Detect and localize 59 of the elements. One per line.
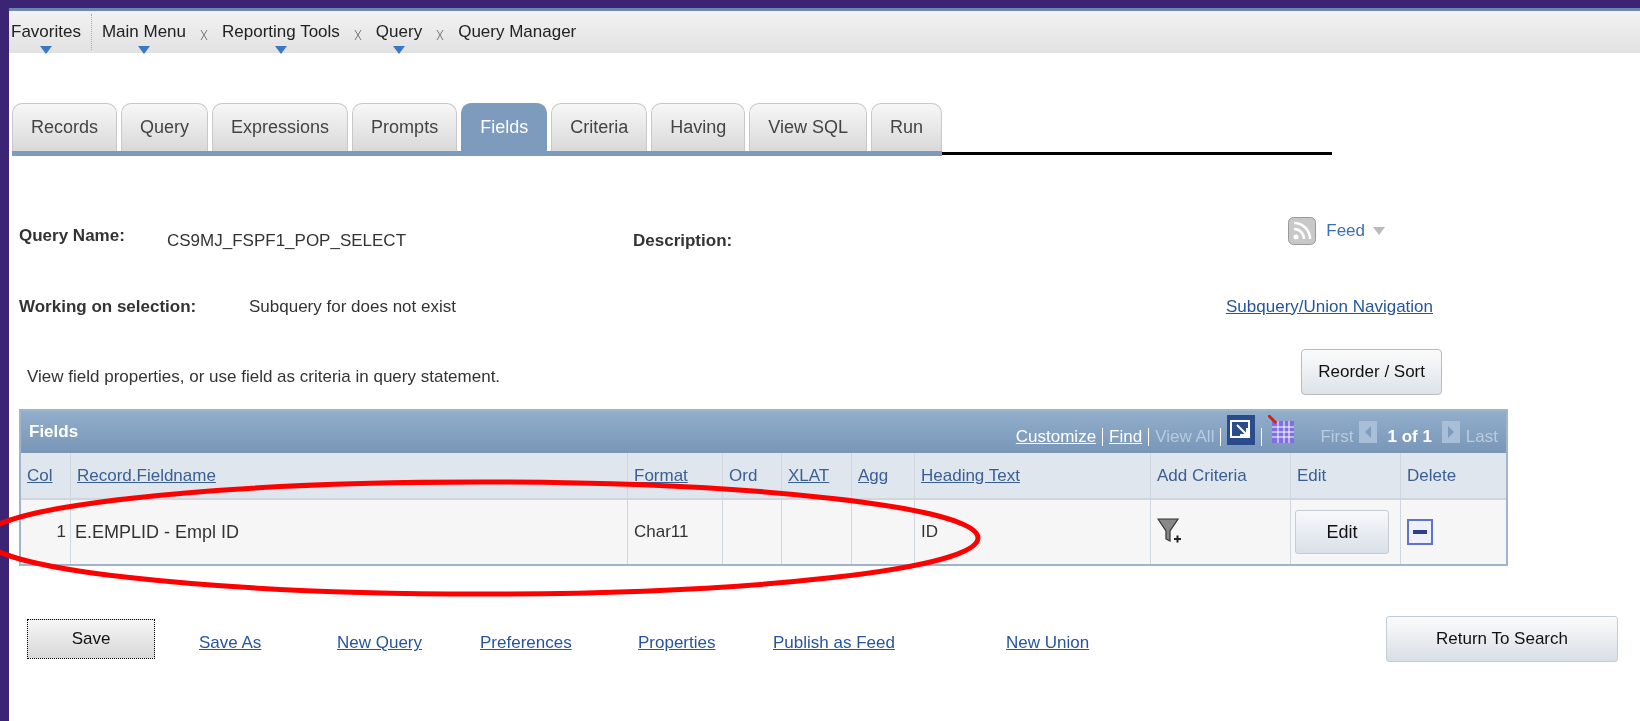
table-cell-text: ID [921,521,938,544]
tab[interactable]: View SQL [749,103,867,151]
column-header[interactable]: XLAT [788,462,830,489]
separator-icon [200,29,209,41]
separator-icon [436,29,445,41]
caret-icon [1373,226,1385,235]
save-button[interactable]: Save [27,619,155,659]
column-header[interactable]: Record.Fieldname [77,462,216,489]
breadcrumb-link[interactable]: Query [375,19,423,45]
footer-link[interactable]: Properties [638,633,716,653]
column-header: Delete [1407,464,1457,487]
column-header[interactable]: Format [634,462,688,489]
selection-value: Subquery for does not exist [249,295,456,318]
footer-link[interactable]: Save As [199,633,262,653]
grid-title: Fields [29,421,79,444]
return-to-search-button[interactable]: Return To Search [1386,616,1618,662]
query-name-value: CS9MJ_FSPF1_POP_SELECT [167,230,408,252]
tab[interactable]: Run [870,103,942,151]
breadcrumb-link[interactable]: Favorites [11,19,81,45]
subquery-navigation-link[interactable]: Subquery/Union Navigation [1226,293,1433,319]
footer-link[interactable]: New Union [1006,633,1090,653]
table-cell-text: Char11 [634,521,689,544]
tab[interactable]: Criteria [551,103,648,151]
reorder-sort-button[interactable]: Reorder / Sort [1301,349,1442,395]
new-window-icon[interactable] [1227,415,1256,445]
field-label: Working on selection: [19,295,198,318]
dropdown-caret-icon[interactable] [274,45,287,54]
feed-menu[interactable]: Feed [1326,218,1385,244]
tab[interactable]: Records [12,103,118,151]
spreadsheet-icon[interactable] [1268,415,1297,445]
field-label: Description: [633,230,733,252]
field-label: Query Name: [19,225,126,247]
column-header[interactable]: Agg [858,462,889,489]
dropdown-caret-icon[interactable] [393,45,405,54]
dropdown-caret-icon[interactable] [137,45,150,54]
breadcrumb-link[interactable]: Reporting Tools [222,19,340,45]
tab[interactable]: Having [651,103,746,151]
instructions-text: View field properties, or use field as criteria in query statement. [27,365,501,388]
tab[interactable]: Prompts [352,103,458,151]
breadcrumb-link[interactable]: Main Menu [101,19,187,45]
pager-range: 1 of 1 [1387,426,1432,449]
table-cell-text: 1 [56,521,66,544]
column-header[interactable]: Heading Text [921,462,1020,489]
column-header: Ord [729,464,758,487]
footer-link[interactable]: Preferences [480,633,572,653]
dropdown-caret-icon[interactable] [39,45,52,54]
tab[interactable]: Query [121,103,209,151]
footer-link[interactable]: New Query [337,633,423,653]
edit-button[interactable]: Edit [1295,510,1389,554]
footer-link[interactable]: Publish as Feed [773,633,895,653]
separator-icon [353,29,362,41]
tab[interactable]: Expressions [212,103,349,151]
column-header[interactable]: Col [27,462,53,489]
table-cell-text: E.EMPLID - Empl ID [75,520,240,544]
column-header: Edit [1297,464,1327,487]
column-header: Add Criteria [1157,464,1247,487]
rss-feed-icon[interactable] [1288,216,1317,245]
delete-row-icon[interactable] [1407,519,1433,545]
breadcrumb-link[interactable]: Query Manager [458,19,577,45]
